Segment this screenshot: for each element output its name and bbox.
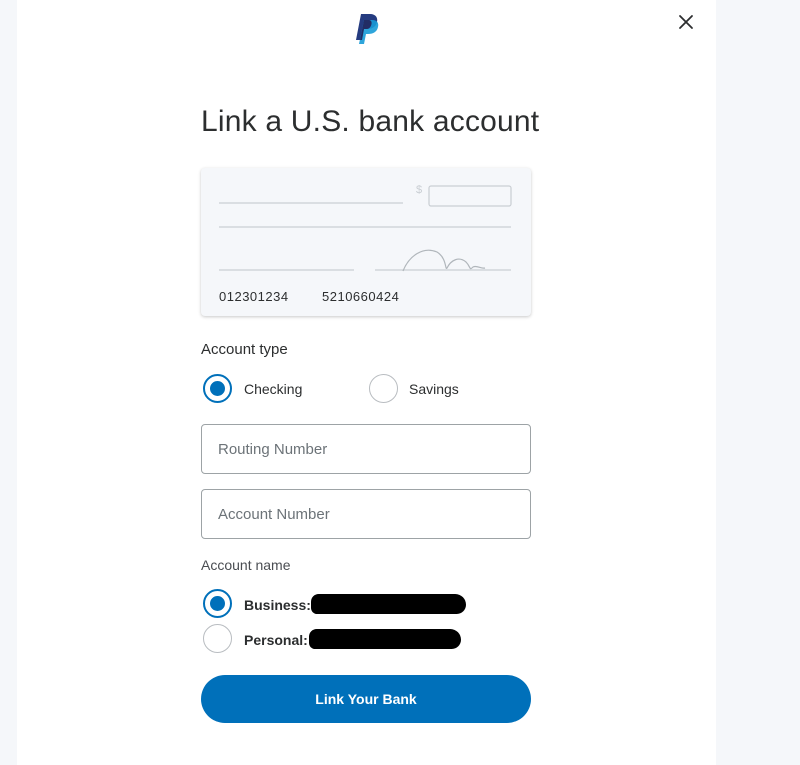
account-number-input[interactable] bbox=[201, 489, 531, 539]
business-radio[interactable] bbox=[203, 589, 232, 618]
checking-label[interactable]: Checking bbox=[244, 381, 302, 397]
account-name-label: Account name bbox=[201, 557, 291, 573]
personal-label[interactable]: Personal: bbox=[244, 632, 308, 648]
close-icon[interactable] bbox=[676, 12, 696, 32]
redacted-business-name bbox=[311, 594, 466, 614]
check-account-number: 5210660424 bbox=[322, 289, 400, 304]
savings-radio[interactable] bbox=[369, 374, 398, 403]
savings-label[interactable]: Savings bbox=[409, 381, 459, 397]
checking-radio[interactable] bbox=[203, 374, 232, 403]
business-label[interactable]: Business: bbox=[244, 597, 311, 613]
account-type-label: Account type bbox=[201, 341, 288, 358]
paypal-logo-icon bbox=[352, 12, 380, 46]
link-bank-button[interactable]: Link Your Bank bbox=[201, 675, 531, 723]
check-illustration: $ 012301234 5210660424 bbox=[201, 168, 531, 316]
check-routing-number: 012301234 bbox=[219, 289, 289, 304]
currency-symbol: $ bbox=[416, 184, 423, 196]
personal-radio[interactable] bbox=[203, 624, 232, 653]
redacted-personal-name bbox=[309, 629, 461, 649]
page-title: Link a U.S. bank account bbox=[201, 105, 540, 138]
routing-number-input[interactable] bbox=[201, 424, 531, 474]
